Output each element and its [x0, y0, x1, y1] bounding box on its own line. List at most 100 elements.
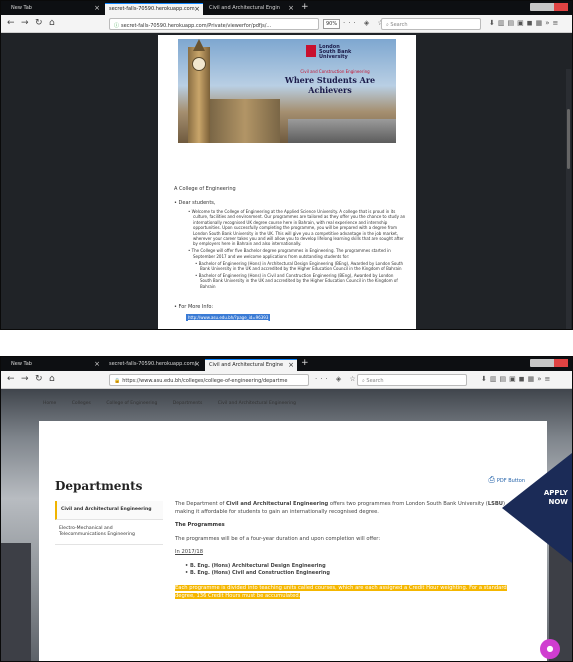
download-icon[interactable]: ⬇ [489, 19, 498, 27]
tab-bar: New Tab × secret-falls-70590.herokuapp.co… [1, 1, 572, 15]
pdf-button[interactable]: ⎙ PDF Button [489, 475, 526, 485]
tab-heroku[interactable]: secret-falls-70590.herokuapp.com × [105, 3, 203, 15]
window-controls[interactable] [530, 359, 568, 367]
tab-civil-engineering[interactable]: Civil and Architectural Engin × [205, 3, 297, 15]
hero-subtitle: Civil and Construction Engineering [300, 69, 370, 74]
tab-new-tab[interactable]: New Tab × [7, 3, 103, 15]
url-bar[interactable]: ⓘ secret-falls-70590.herokuapp.com/Privat… [109, 18, 319, 30]
zoom-level[interactable]: 90% [323, 19, 341, 29]
window-close-button[interactable] [554, 359, 568, 367]
extension-icon[interactable]: ▦ [536, 19, 546, 27]
browser-window-pdf: New Tab × secret-falls-70590.herokuapp.co… [0, 0, 573, 330]
programmes-heading: The Programmes [175, 522, 225, 528]
extension-icon[interactable]: ▣ [517, 19, 527, 27]
extension-icon[interactable]: ▣ [509, 375, 519, 383]
apply-line: APPLY [543, 489, 568, 497]
breadcrumb-current[interactable]: Civil and Architectural Engineering [218, 401, 296, 406]
sidebar-icon[interactable]: ▤ [508, 19, 518, 27]
breadcrumb-home[interactable]: Home [43, 401, 56, 406]
pdf-icon: ⎙ [488, 475, 495, 484]
search-input[interactable]: ⌕ Search [357, 374, 467, 386]
download-icon[interactable]: ⬇ [481, 375, 490, 383]
home-icon[interactable]: ⌂ [49, 374, 55, 384]
new-tab-plus-icon[interactable]: + [301, 2, 309, 12]
tab-bar: New Tab × secret-falls-70590.herokuapp.co… [1, 357, 572, 371]
greeting: • Dear students, [174, 200, 216, 206]
more-actions-icon[interactable]: ··· [343, 19, 359, 27]
forward-arrow-icon[interactable]: → [21, 18, 29, 28]
list-item: • Bachelor of Engineering (Hons) in Arch… [195, 260, 404, 272]
close-icon[interactable]: × [94, 360, 100, 368]
close-icon[interactable]: × [194, 5, 200, 13]
close-icon[interactable]: × [288, 361, 294, 369]
reload-icon[interactable]: ↻ [35, 374, 43, 384]
nav-toolbar: ← → ↻ ⌂ ⓘ secret-falls-70590.herokuapp.co… [1, 15, 572, 33]
close-icon[interactable]: × [94, 4, 100, 12]
menu-icon[interactable]: ≡ [544, 375, 553, 383]
url-bar[interactable]: 🔒 https://www.asu.edu.bh/colleges/college… [109, 374, 309, 386]
page-actions[interactable]: ··· ◈ ☆ [315, 375, 359, 383]
side-nav-civil-architectural[interactable]: Civil and Architectural Engineering [55, 501, 163, 520]
pdf-page: London South Bank University Civil and C… [158, 35, 416, 329]
more-info-label: • For More Info: [174, 304, 214, 310]
library-icon[interactable]: ▥ [498, 19, 508, 27]
year-label: In 2017/18 [175, 549, 204, 555]
vertical-scrollbar[interactable] [566, 69, 571, 329]
back-arrow-icon[interactable]: ← [7, 18, 15, 28]
tab-new-tab[interactable]: New Tab × [7, 359, 103, 371]
clock-face [192, 57, 206, 71]
scroll-thumb[interactable] [567, 109, 570, 169]
more-actions-icon[interactable]: ··· [315, 375, 331, 383]
forward-arrow-icon[interactable]: → [21, 374, 29, 384]
search-input[interactable]: ⌕ Search [381, 18, 481, 30]
tab-label: New Tab [11, 361, 32, 367]
tab-heroku[interactable]: secret-falls-70590.herokuapp.com/× [105, 359, 203, 371]
close-icon[interactable]: × [288, 4, 294, 12]
list-item-text: Welcome to the College of Engineering at… [191, 209, 406, 247]
department-side-nav: Civil and Architectural Engineering Elec… [55, 501, 163, 545]
highlighted-text: Each programme is divided into teaching … [175, 584, 507, 599]
library-icon[interactable]: ▥ [490, 375, 500, 383]
close-icon[interactable]: × [194, 360, 200, 368]
duration-text: The programmes will be of a four-year du… [175, 535, 381, 542]
pdf-viewer[interactable]: London South Bank University Civil and C… [1, 33, 572, 329]
extension-icon[interactable]: ◼ [519, 375, 528, 383]
more-info-link[interactable]: http://www.asu.edu.bh/?page_id=96393 [186, 314, 271, 321]
url-text: https://www.asu.edu.bh/colleges/college-… [122, 378, 288, 384]
lock-icon[interactable]: 🔒 [114, 378, 120, 384]
pocket-icon[interactable]: ◈ [364, 19, 372, 27]
back-arrow-icon[interactable]: ← [7, 374, 15, 384]
breadcrumb-college-of-engineering[interactable]: College of Engineering [106, 401, 157, 406]
big-ben-illustration [188, 47, 210, 143]
new-tab-plus-icon[interactable]: + [301, 358, 309, 368]
home-icon[interactable]: ⌂ [49, 18, 55, 28]
side-nav-electro-mechanical[interactable]: Electro-Mechanical and Telecommunication… [55, 520, 163, 545]
intro-text: offers two programmes from London South … [328, 501, 488, 507]
extension-icon[interactable]: ▦ [528, 375, 538, 383]
browser-window-site: New Tab × secret-falls-70590.herokuapp.co… [0, 356, 573, 662]
chat-bubble-icon[interactable]: ● [540, 639, 560, 659]
pocket-icon[interactable]: ◈ [336, 375, 344, 383]
breadcrumb-departments[interactable]: Departments [173, 401, 203, 406]
tab-label: Civil and Architectural Engin [209, 5, 280, 11]
menu-icon[interactable]: ≡ [552, 19, 561, 27]
list-item: • Bachelor of Engineering (Hons) in Civi… [195, 272, 398, 289]
sidebar-icon[interactable]: ▤ [500, 375, 510, 383]
toolbar-icons[interactable]: ⬇▥▤▣◼▦»≡ [481, 375, 553, 383]
window-controls[interactable] [530, 3, 568, 11]
breadcrumb: Home Colleges College of Engineering Dep… [43, 401, 563, 411]
website-viewport[interactable]: Home Colleges College of Engineering Dep… [1, 389, 572, 661]
apply-now-label[interactable]: APPLY NOW [528, 489, 568, 507]
toolbar-icons[interactable]: ⬇▥▤▣◼▦»≡ [489, 19, 561, 27]
apply-line: NOW [548, 498, 568, 506]
extension-icon[interactable]: ◼ [527, 19, 536, 27]
info-icon[interactable]: ⓘ [114, 23, 119, 29]
list-item-text: Bachelor of Engineering (Hons) in Civil … [198, 272, 398, 289]
reload-icon[interactable]: ↻ [35, 18, 43, 28]
college-heading: A College of Engineering [174, 186, 236, 192]
window-close-button[interactable] [554, 3, 568, 11]
logo-mark [306, 45, 316, 57]
tab-civil-engineering[interactable]: Civil and Architectural Engine × [205, 359, 297, 371]
breadcrumb-colleges[interactable]: Colleges [72, 401, 91, 406]
intro-lsbu: LSBU [487, 501, 504, 507]
